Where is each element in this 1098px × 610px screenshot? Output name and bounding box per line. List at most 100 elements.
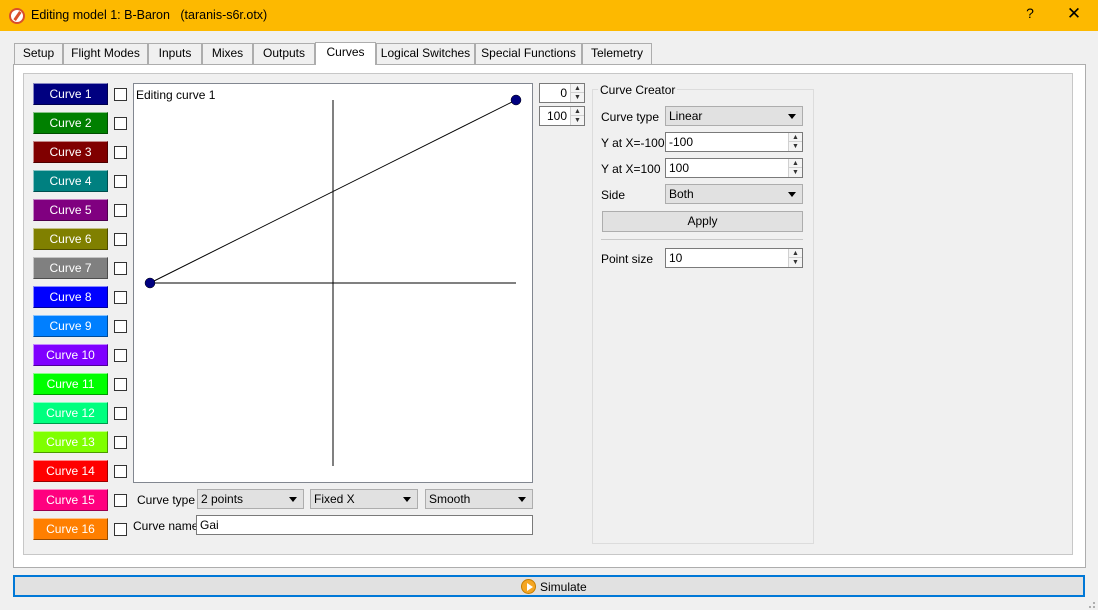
curve-14-checkbox[interactable] — [114, 465, 127, 478]
side-label: Side — [601, 188, 626, 202]
simulate-label: Simulate — [540, 580, 587, 594]
spin-down-icon[interactable]: ▼ — [789, 168, 802, 177]
curve-8-button[interactable]: Curve 8 — [33, 286, 108, 308]
curve-16-button[interactable]: Curve 16 — [33, 518, 108, 540]
close-button[interactable]: ✕ — [1062, 4, 1086, 26]
editing-curve-label: Editing curve 1 — [136, 88, 216, 102]
creator-curve-type-select[interactable]: Linear — [665, 106, 803, 126]
curve-12-checkbox[interactable] — [114, 407, 127, 420]
curve-point-2[interactable] — [510, 94, 522, 106]
title-bar: Editing model 1: B-Baron (taranis-s6r.ot… — [0, 0, 1098, 31]
side-value: Both — [669, 187, 694, 201]
creator-divider — [601, 239, 803, 240]
tab-curves[interactable]: Curves — [315, 42, 376, 65]
tab-telemetry[interactable]: Telemetry — [582, 43, 652, 64]
help-button[interactable]: ? — [1018, 5, 1042, 25]
curve-6-checkbox[interactable] — [114, 233, 127, 246]
curve-13-checkbox[interactable] — [114, 436, 127, 449]
curve-3-button[interactable]: Curve 3 — [33, 141, 108, 163]
creator-curve-type-label: Curve type — [601, 110, 660, 124]
curve-13-button[interactable]: Curve 13 — [33, 431, 108, 453]
y-min-value: -100 — [669, 135, 694, 149]
tab-logical-switches[interactable]: Logical Switches — [376, 43, 475, 64]
smooth-value: Smooth — [429, 492, 471, 506]
simulate-button[interactable]: Simulate — [13, 575, 1085, 597]
curve-plot[interactable] — [133, 83, 533, 483]
curve-4-checkbox[interactable] — [114, 175, 127, 188]
point-2-y-spinbox[interactable]: 100 ▲ ▼ — [539, 106, 585, 126]
point-size-label: Point size — [601, 252, 654, 266]
y-max-value: 100 — [669, 161, 690, 175]
curve-type-select[interactable]: 2 points — [197, 489, 304, 509]
curve-2-button[interactable]: Curve 2 — [33, 112, 108, 134]
curve-15-checkbox[interactable] — [114, 494, 127, 507]
chevron-down-icon — [403, 497, 411, 502]
curve-2-checkbox[interactable] — [114, 117, 127, 130]
curve-6-button[interactable]: Curve 6 — [33, 228, 108, 250]
curve-5-checkbox[interactable] — [114, 204, 127, 217]
resize-grip-icon[interactable] — [1086, 599, 1096, 609]
tab-setup[interactable]: Setup — [14, 43, 63, 64]
point-2-y-value: 100 — [546, 109, 567, 123]
y-min-label: Y at X=-100 — [601, 136, 665, 150]
curve-11-checkbox[interactable] — [114, 378, 127, 391]
curve-7-button[interactable]: Curve 7 — [33, 257, 108, 279]
curve-3-checkbox[interactable] — [114, 146, 127, 159]
curve-14-button[interactable]: Curve 14 — [33, 460, 108, 482]
curve-10-checkbox[interactable] — [114, 349, 127, 362]
curve-10-button[interactable]: Curve 10 — [33, 344, 108, 366]
y-max-label: Y at X=100 — [601, 162, 661, 176]
chevron-down-icon — [289, 497, 297, 502]
spin-up-icon[interactable]: ▲ — [789, 249, 802, 258]
spin-down-icon[interactable]: ▼ — [571, 116, 584, 125]
curve-1-button[interactable]: Curve 1 — [33, 83, 108, 105]
play-icon — [521, 579, 536, 594]
spin-down-icon[interactable]: ▼ — [789, 258, 802, 267]
point-size-value: 10 — [669, 251, 683, 265]
companion-app-icon — [9, 8, 25, 24]
curve-9-button[interactable]: Curve 9 — [33, 315, 108, 337]
y-min-spinbox[interactable]: -100 ▲ ▼ — [665, 132, 803, 152]
curve-11-button[interactable]: Curve 11 — [33, 373, 108, 395]
x-mode-select[interactable]: Fixed X — [310, 489, 418, 509]
spin-down-icon[interactable]: ▼ — [789, 142, 802, 151]
tab-special-functions[interactable]: Special Functions — [475, 43, 582, 64]
spin-up-icon[interactable]: ▲ — [789, 133, 802, 142]
curve-4-button[interactable]: Curve 4 — [33, 170, 108, 192]
spin-up-icon[interactable]: ▲ — [571, 84, 584, 93]
curve-point-1[interactable] — [144, 277, 156, 289]
point-size-spinbox[interactable]: 10 ▲ ▼ — [665, 248, 803, 268]
chevron-down-icon — [518, 497, 526, 502]
curve-15-button[interactable]: Curve 15 — [33, 489, 108, 511]
curve-name-input[interactable]: Gai — [196, 515, 533, 535]
spin-down-icon[interactable]: ▼ — [571, 93, 584, 102]
window-title: Editing model 1: B-Baron (taranis-s6r.ot… — [31, 8, 268, 22]
apply-button[interactable]: Apply — [602, 211, 803, 232]
smooth-select[interactable]: Smooth — [425, 489, 533, 509]
side-select[interactable]: Both — [665, 184, 803, 204]
y-max-spinbox[interactable]: 100 ▲ ▼ — [665, 158, 803, 178]
curve-type-value: 2 points — [201, 492, 244, 506]
point-1-y-value: 0 — [560, 86, 567, 100]
curve-5-button[interactable]: Curve 5 — [33, 199, 108, 221]
creator-curve-type-value: Linear — [669, 109, 703, 123]
x-mode-value: Fixed X — [314, 492, 355, 506]
curve-creator-title: Curve Creator — [598, 83, 678, 97]
curve-type-label: Curve type — [137, 493, 196, 507]
chevron-down-icon — [788, 192, 796, 197]
curve-7-checkbox[interactable] — [114, 262, 127, 275]
curve-8-checkbox[interactable] — [114, 291, 127, 304]
tab-outputs[interactable]: Outputs — [253, 43, 315, 64]
spin-up-icon[interactable]: ▲ — [571, 107, 584, 116]
curve-16-checkbox[interactable] — [114, 523, 127, 536]
curve-9-checkbox[interactable] — [114, 320, 127, 333]
chevron-down-icon — [788, 114, 796, 119]
tab-mixes[interactable]: Mixes — [202, 43, 253, 64]
curve-1-checkbox[interactable] — [114, 88, 127, 101]
point-1-y-spinbox[interactable]: 0 ▲ ▼ — [539, 83, 585, 103]
tab-inputs[interactable]: Inputs — [148, 43, 202, 64]
curve-12-button[interactable]: Curve 12 — [33, 402, 108, 424]
tab-flight-modes[interactable]: Flight Modes — [63, 43, 148, 64]
spin-up-icon[interactable]: ▲ — [789, 159, 802, 168]
curve-name-value: Gai — [200, 518, 219, 532]
